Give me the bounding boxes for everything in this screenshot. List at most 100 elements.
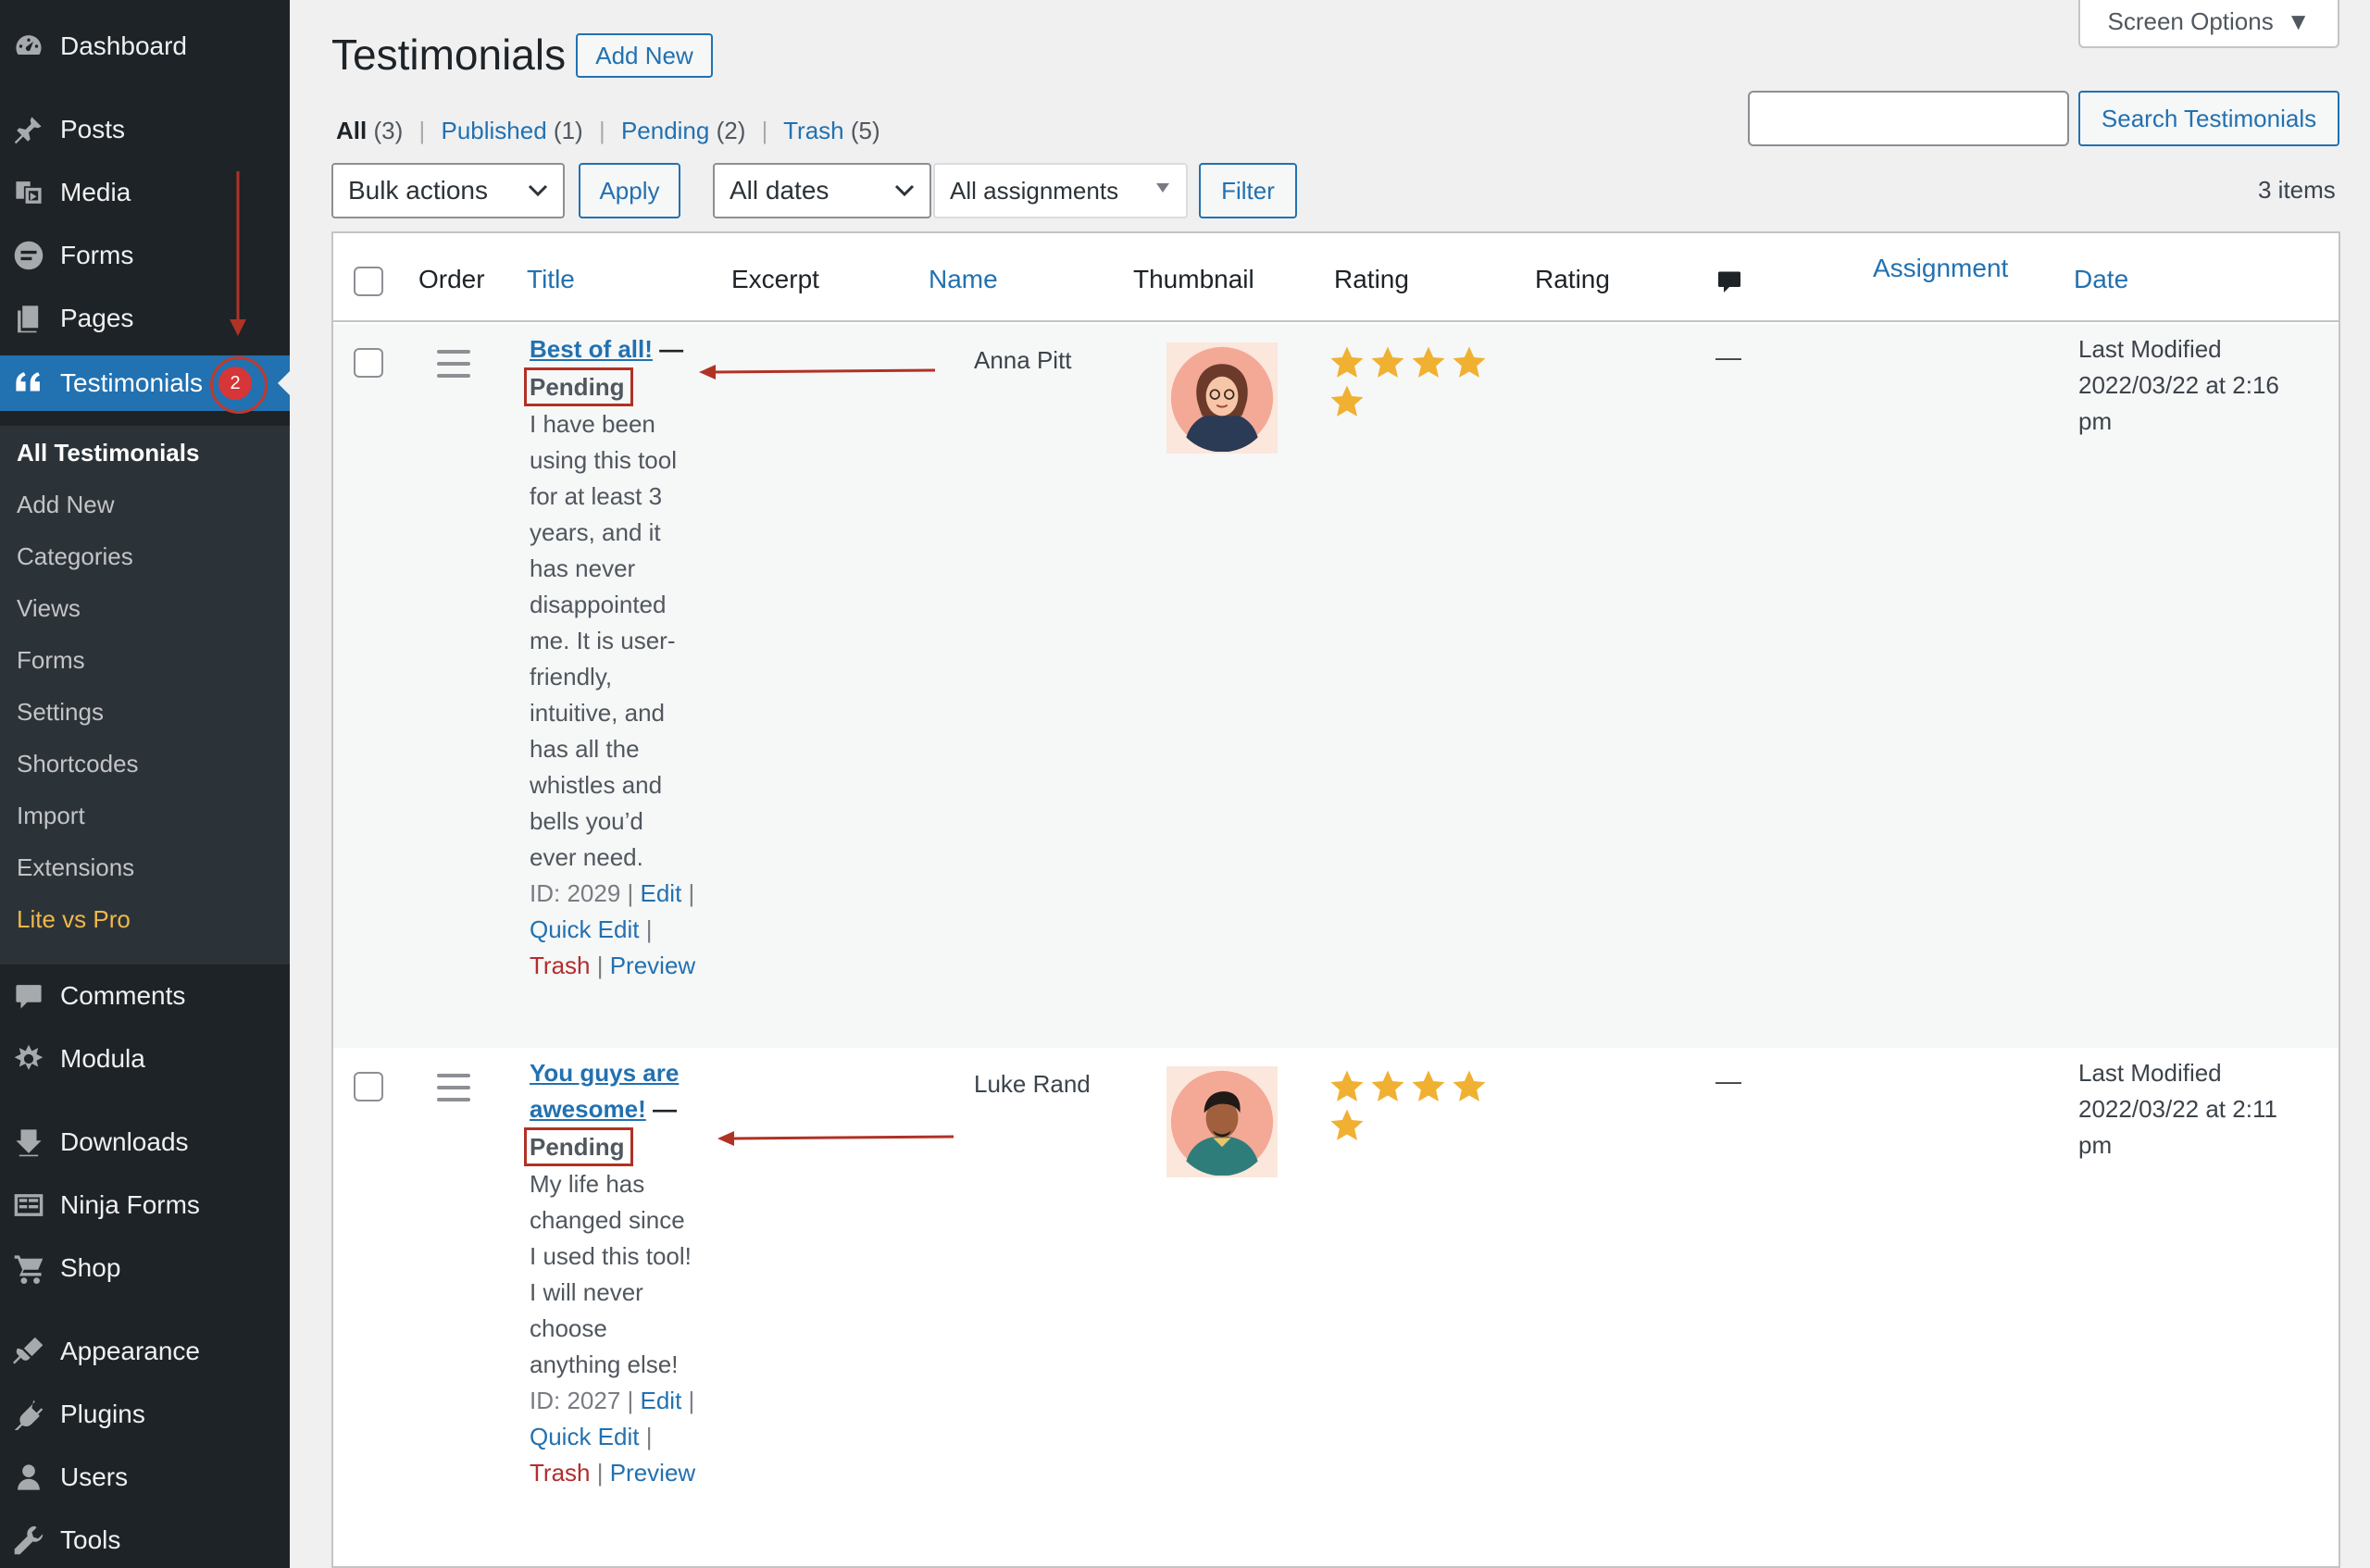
brush-icon [11, 1334, 46, 1369]
chevron-down-icon [894, 184, 915, 197]
view-trash[interactable]: Trash [783, 117, 844, 144]
add-new-button[interactable]: Add New [576, 33, 713, 78]
search-testimonials-button[interactable]: Search Testimonials [2078, 91, 2339, 146]
star-icon [1451, 344, 1488, 381]
column-title-sort[interactable]: Title [527, 265, 575, 294]
filter-button[interactable]: Filter [1199, 163, 1297, 218]
sidebar-item-plugins[interactable]: Plugins [0, 1387, 290, 1442]
rating-stars [1328, 1068, 1504, 1144]
quick-edit-link[interactable]: Quick Edit [530, 1423, 640, 1450]
submenu-views[interactable]: Views [17, 594, 81, 623]
sidebar-item-label: Ninja Forms [60, 1190, 200, 1219]
view-all-count: (3) [373, 117, 404, 144]
assignments-select[interactable]: All assignments [933, 163, 1188, 218]
annotation-arrow-left [717, 1131, 954, 1146]
post-state-pending: Pending [524, 367, 633, 406]
sidebar-item-posts[interactable]: Posts [0, 102, 290, 157]
drag-handle-icon[interactable] [437, 1074, 470, 1101]
view-pending[interactable]: Pending [621, 117, 709, 144]
sidebar-item-label: Tools [60, 1525, 121, 1554]
submenu-shortcodes[interactable]: Shortcodes [17, 750, 139, 778]
sidebar-item-shop[interactable]: Shop [0, 1240, 290, 1296]
thumbnail-avatar [1166, 342, 1278, 454]
active-pointer [278, 370, 291, 396]
view-published[interactable]: Published [441, 117, 546, 144]
star-icon [1410, 344, 1447, 381]
items-count: 3 items [2258, 176, 2336, 204]
row-checkbox[interactable] [354, 348, 383, 378]
user-icon [11, 1460, 46, 1495]
column-date-sort[interactable]: Date [2074, 265, 2128, 294]
dates-select[interactable]: All dates [713, 163, 931, 218]
view-all[interactable]: All [336, 117, 367, 144]
trash-link[interactable]: Trash [530, 952, 591, 979]
column-assignment-sort[interactable]: Assignment [1873, 254, 2008, 283]
assignments-value: All assignments [950, 176, 1119, 205]
sidebar-item-comments[interactable]: Comments [0, 968, 290, 1024]
sidebar-item-label: Appearance [60, 1337, 201, 1365]
sidebar-item-ninja-forms[interactable]: Ninja Forms [0, 1177, 290, 1233]
triangle-down-icon [1156, 183, 1169, 193]
submenu-lite-vs-pro[interactable]: Lite vs Pro [17, 905, 131, 934]
edit-link[interactable]: Edit [641, 879, 682, 907]
submenu-extensions[interactable]: Extensions [17, 853, 134, 882]
dashboard-icon [11, 29, 46, 64]
preview-link[interactable]: Preview [610, 952, 695, 979]
status-views: All (3) | Published (1) | Pending (2) | … [336, 117, 880, 145]
submenu-all-testimonials[interactable]: All Testimonials [17, 439, 199, 467]
wrench-icon [11, 1523, 46, 1558]
author-name: Luke Rand [974, 1070, 1091, 1098]
apply-button[interactable]: Apply [579, 163, 680, 218]
bulk-actions-select[interactable]: Bulk actions [331, 163, 565, 218]
submenu-import[interactable]: Import [17, 802, 85, 830]
sidebar-item-testimonials[interactable]: Testimonials 2 [0, 355, 291, 414]
comments-count: — [1715, 342, 1741, 371]
sidebar-item-dashboard[interactable]: Dashboard [0, 19, 290, 74]
row-title-link[interactable]: Best of all! [530, 335, 653, 363]
select-all-checkbox[interactable] [354, 267, 383, 296]
main-content: Testimonials Add New Screen Options ▼ Al… [290, 0, 2370, 1568]
thumbnail-avatar [1166, 1066, 1278, 1177]
quote-icon [11, 366, 46, 401]
title-cell: You guys are awesome! — Pending My life … [524, 1055, 696, 1491]
annotation-arrow-down [230, 171, 246, 336]
screen-options-button[interactable]: Screen Options ▼ [2078, 0, 2339, 48]
submenu-forms[interactable]: Forms [17, 646, 85, 675]
sidebar-item-users[interactable]: Users [0, 1450, 290, 1505]
woman-avatar-icon [1170, 346, 1274, 452]
submenu-settings[interactable]: Settings [17, 698, 104, 727]
page-title: Testimonials [331, 31, 567, 79]
column-name-sort[interactable]: Name [929, 265, 998, 294]
submenu-add-new[interactable]: Add New [17, 491, 115, 519]
post-state-pending: Pending [524, 1127, 633, 1166]
search-input[interactable] [1748, 91, 2069, 146]
table-row: You guys are awesome! — Pending My life … [333, 1048, 2339, 1568]
ninja-forms-icon [11, 1188, 46, 1223]
comment-icon [11, 978, 46, 1014]
star-icon [1451, 1068, 1488, 1105]
column-rating-2: Rating [1535, 265, 1610, 293]
plug-icon [11, 1397, 46, 1432]
sidebar-item-appearance[interactable]: Appearance [0, 1324, 290, 1379]
title-cell: Best of all! — Pending I have been using… [524, 331, 696, 984]
dates-value: All dates [730, 176, 830, 205]
preview-link[interactable]: Preview [610, 1459, 695, 1487]
sidebar-item-label: Forms [60, 241, 134, 269]
quick-edit-link[interactable]: Quick Edit [530, 915, 640, 943]
star-icon [1328, 1068, 1366, 1105]
testimonials-submenu: All Testimonials Add New Categories View… [0, 426, 290, 964]
title-dash: — [652, 1095, 677, 1123]
date-status: Last Modified [2078, 335, 2222, 363]
column-thumbnail: Thumbnail [1133, 265, 1254, 293]
sidebar-item-downloads[interactable]: Downloads [0, 1114, 290, 1170]
edit-link[interactable]: Edit [641, 1387, 682, 1414]
sidebar-item-modula[interactable]: Modula [0, 1031, 290, 1087]
trash-link[interactable]: Trash [530, 1459, 591, 1487]
row-checkbox[interactable] [354, 1072, 383, 1101]
sidebar-item-label: Dashboard [60, 31, 187, 60]
star-icon [1369, 1068, 1406, 1105]
sidebar-item-tools[interactable]: Tools [0, 1512, 290, 1568]
drag-handle-icon[interactable] [437, 350, 470, 378]
submenu-categories[interactable]: Categories [17, 542, 133, 571]
download-icon [11, 1125, 46, 1160]
